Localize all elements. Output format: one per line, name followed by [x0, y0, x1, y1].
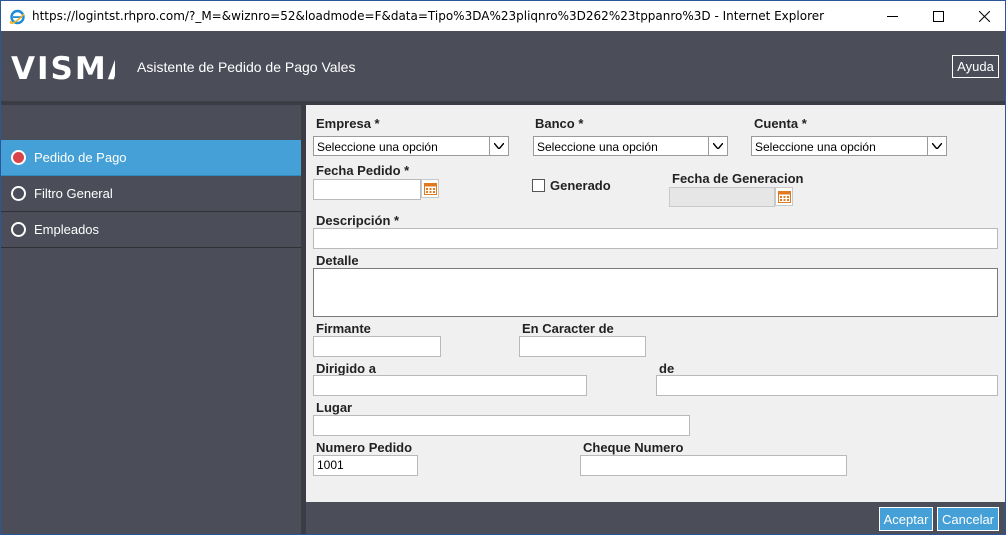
maximize-icon	[932, 11, 944, 22]
banco-select[interactable]: Seleccione una opción	[533, 136, 728, 156]
window-border	[0, 31, 1, 535]
firmante-input[interactable]	[313, 336, 441, 357]
descripcion-label: Descripción *	[316, 213, 400, 228]
numero-pedido-label: Numero Pedido	[316, 440, 413, 455]
empresa-select[interactable]: Seleccione una opción	[313, 136, 509, 156]
maximize-button[interactable]	[915, 1, 961, 32]
en-caracter-de-label: En Caracter de	[522, 321, 614, 336]
generado-checkbox[interactable]	[532, 179, 545, 192]
fecha-generacion-input	[669, 187, 775, 207]
minimize-button[interactable]	[869, 1, 915, 32]
calendar-icon[interactable]	[421, 179, 439, 198]
internet-explorer-icon	[9, 9, 25, 25]
minimize-icon	[886, 16, 898, 17]
generado-label: Generado	[550, 178, 611, 193]
close-button[interactable]	[961, 1, 1006, 32]
app-header: VISMA Asistente de Pedido de Pago Vales …	[1, 31, 1005, 103]
visma-logo: VISMA	[11, 52, 115, 82]
lugar-label: Lugar	[316, 400, 353, 415]
calendar-icon[interactable]	[775, 187, 793, 206]
accept-button[interactable]: Aceptar	[879, 507, 933, 531]
cheque-numero-label: Cheque Numero	[583, 440, 684, 455]
radio-selected-icon	[11, 150, 26, 165]
fecha-generacion-label: Fecha de Generacion	[672, 171, 804, 186]
chevron-down-icon	[489, 137, 508, 155]
sidebar-item-filtro-general[interactable]: Filtro General	[1, 176, 301, 212]
fecha-pedido-input[interactable]	[313, 179, 421, 200]
cancel-button[interactable]: Cancelar	[937, 507, 999, 531]
sidebar-item-label: Filtro General	[34, 186, 113, 201]
de-input[interactable]	[656, 375, 998, 396]
svg-text:VISMA: VISMA	[11, 52, 115, 82]
window-title: https://logintst.rhpro.com/?_M=&wiznro=5…	[32, 9, 825, 23]
empresa-label: Empresa *	[316, 116, 380, 131]
dirigido-a-label: Dirigido a	[316, 361, 376, 376]
banco-label: Banco *	[535, 116, 584, 131]
detalle-label: Detalle	[316, 253, 359, 268]
lugar-input[interactable]	[313, 415, 690, 436]
sidebar-item-empleados[interactable]: Empleados	[1, 212, 301, 248]
fecha-pedido-label: Fecha Pedido *	[316, 163, 410, 178]
cheque-numero-input[interactable]	[580, 455, 847, 476]
sidebar-item-label: Pedido de Pago	[34, 150, 127, 165]
radio-unselected-icon	[11, 222, 26, 237]
form-panel: Empresa * Seleccione una opción Banco * …	[306, 105, 1005, 502]
cuenta-select[interactable]: Seleccione una opción	[751, 136, 947, 156]
sidebar: Pedido de Pago Filtro General Empleados	[1, 105, 301, 534]
page-title: Asistente de Pedido de Pago Vales	[137, 59, 356, 75]
chevron-down-icon	[708, 137, 727, 155]
close-icon	[978, 11, 990, 22]
sidebar-item-pedido-de-pago[interactable]: Pedido de Pago	[1, 140, 301, 176]
radio-unselected-icon	[11, 186, 26, 201]
help-button[interactable]: Ayuda	[952, 55, 999, 78]
de-label: de	[659, 361, 675, 376]
dirigido-a-input[interactable]	[313, 375, 587, 396]
detalle-textarea[interactable]	[313, 268, 998, 317]
chevron-down-icon	[927, 137, 946, 155]
descripcion-input[interactable]	[313, 228, 998, 249]
firmante-label: Firmante	[316, 321, 371, 336]
window-titlebar: https://logintst.rhpro.com/?_M=&wiznro=5…	[0, 0, 1006, 31]
en-caracter-de-input[interactable]	[519, 336, 646, 357]
cuenta-label: Cuenta *	[754, 116, 807, 131]
sidebar-item-label: Empleados	[34, 222, 100, 237]
numero-pedido-input[interactable]: 1001	[313, 455, 418, 476]
